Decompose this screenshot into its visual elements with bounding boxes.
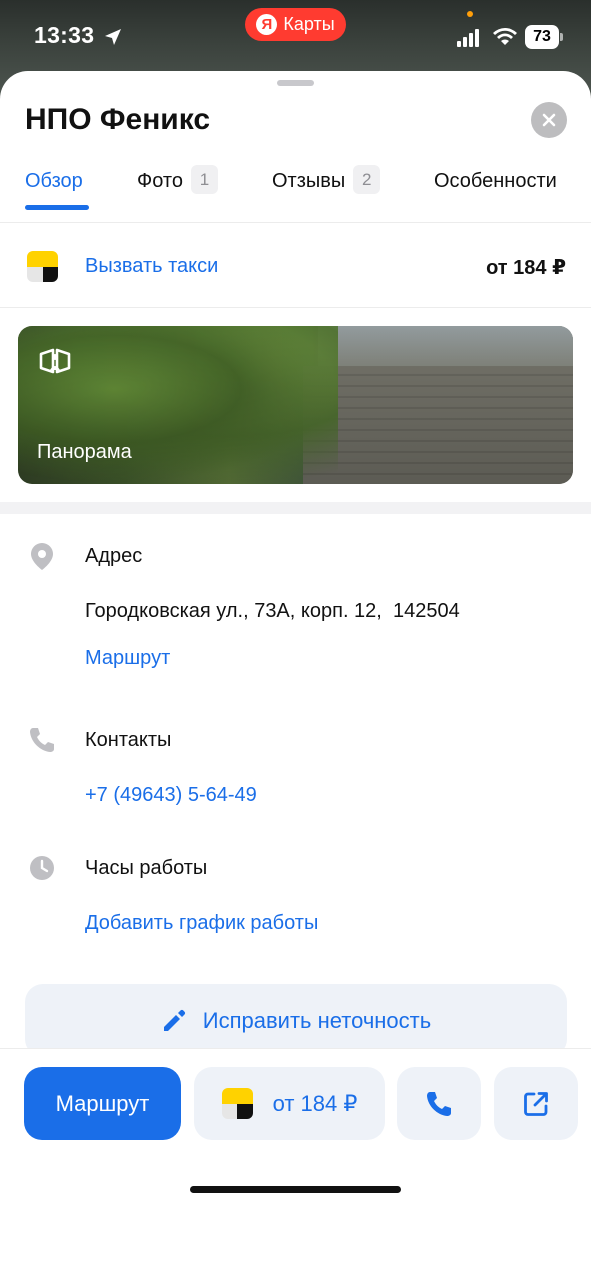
tab-label: Фото [137,170,183,192]
tab-count-badge: 2 [353,165,381,194]
external-link-icon [524,1091,548,1116]
route-button[interactable]: Маршрут [24,1067,181,1140]
panorama-icon [39,348,71,374]
tab-label: Отзывы [272,170,346,192]
active-tab-underline [25,205,89,210]
bottom-action-bar: Маршрут от 184 ₽ [0,1048,591,1209]
home-indicator[interactable] [190,1186,401,1193]
section-divider [0,502,591,514]
tab-features[interactable]: Особенности [434,165,557,223]
location-pin-icon [31,543,53,570]
report-inaccuracy-button[interactable]: Исправить неточность [25,984,567,1057]
call-taxi-label: Вызвать такси [85,255,219,277]
report-inaccuracy-label: Исправить неточность [202,1007,432,1033]
taxi-button-price: от 184 ₽ [272,1090,358,1116]
pencil-icon [163,1009,185,1031]
cellular-signal-icon [457,29,479,47]
phone-icon [30,728,54,752]
taxi-price: от 184 ₽ [486,257,566,279]
tab-reviews[interactable]: Отзывы 2 [272,165,381,223]
tab-overview[interactable]: Обзор [25,165,83,223]
phone-icon [427,1091,451,1116]
route-button-label: Маршрут [55,1090,150,1116]
tab-bar: Обзор Фото 1 Отзывы 2 Особенности [0,165,591,223]
battery-level: 73 [525,25,559,49]
status-bar: 13:33 Я Карты 73 [0,0,591,72]
taxi-button[interactable]: от 184 ₽ [194,1067,385,1140]
contacts-heading: Контакты [85,729,172,751]
sheet-grabber[interactable] [277,80,314,86]
yandex-taxi-icon [27,251,58,282]
tab-label: Обзор [25,170,83,192]
tab-label: Особенности [434,170,557,192]
hours-heading: Часы работы [85,857,208,879]
call-button[interactable] [397,1067,481,1140]
status-time: 13:33 [34,22,95,48]
tab-count-badge: 1 [190,165,218,194]
phone-number-link[interactable]: +7 (49643) 5-64-49 [85,784,257,807]
battery-indicator: 73 [525,25,563,49]
close-icon [542,113,556,127]
wifi-icon [493,28,517,45]
add-hours-link[interactable]: Добавить график работы [85,912,318,935]
app-pill-label: Карты [283,14,335,34]
location-arrow-icon [105,29,121,45]
share-button[interactable] [494,1067,578,1140]
call-taxi-row[interactable]: Вызвать такси от 184 ₽ [0,224,591,308]
yandex-logo-icon: Я [256,14,278,35]
panorama-label: Панорама [37,441,132,463]
close-button[interactable] [531,102,567,138]
back-to-app-pill[interactable]: Я Карты [245,8,346,41]
battery-tip [560,33,563,41]
address-route-link[interactable]: Маршрут [85,647,170,670]
address-text[interactable]: Городковская ул., 73А, корп. 12, 142504 [85,600,460,623]
tab-photo[interactable]: Фото 1 [137,165,218,223]
address-heading: Адрес [85,545,143,567]
mic-indicator-dot [467,11,473,17]
panorama-card[interactable]: Панорама [18,326,573,484]
place-title: НПО Феникс [25,103,211,136]
clock-icon [30,856,54,880]
yandex-taxi-icon [221,1088,253,1119]
